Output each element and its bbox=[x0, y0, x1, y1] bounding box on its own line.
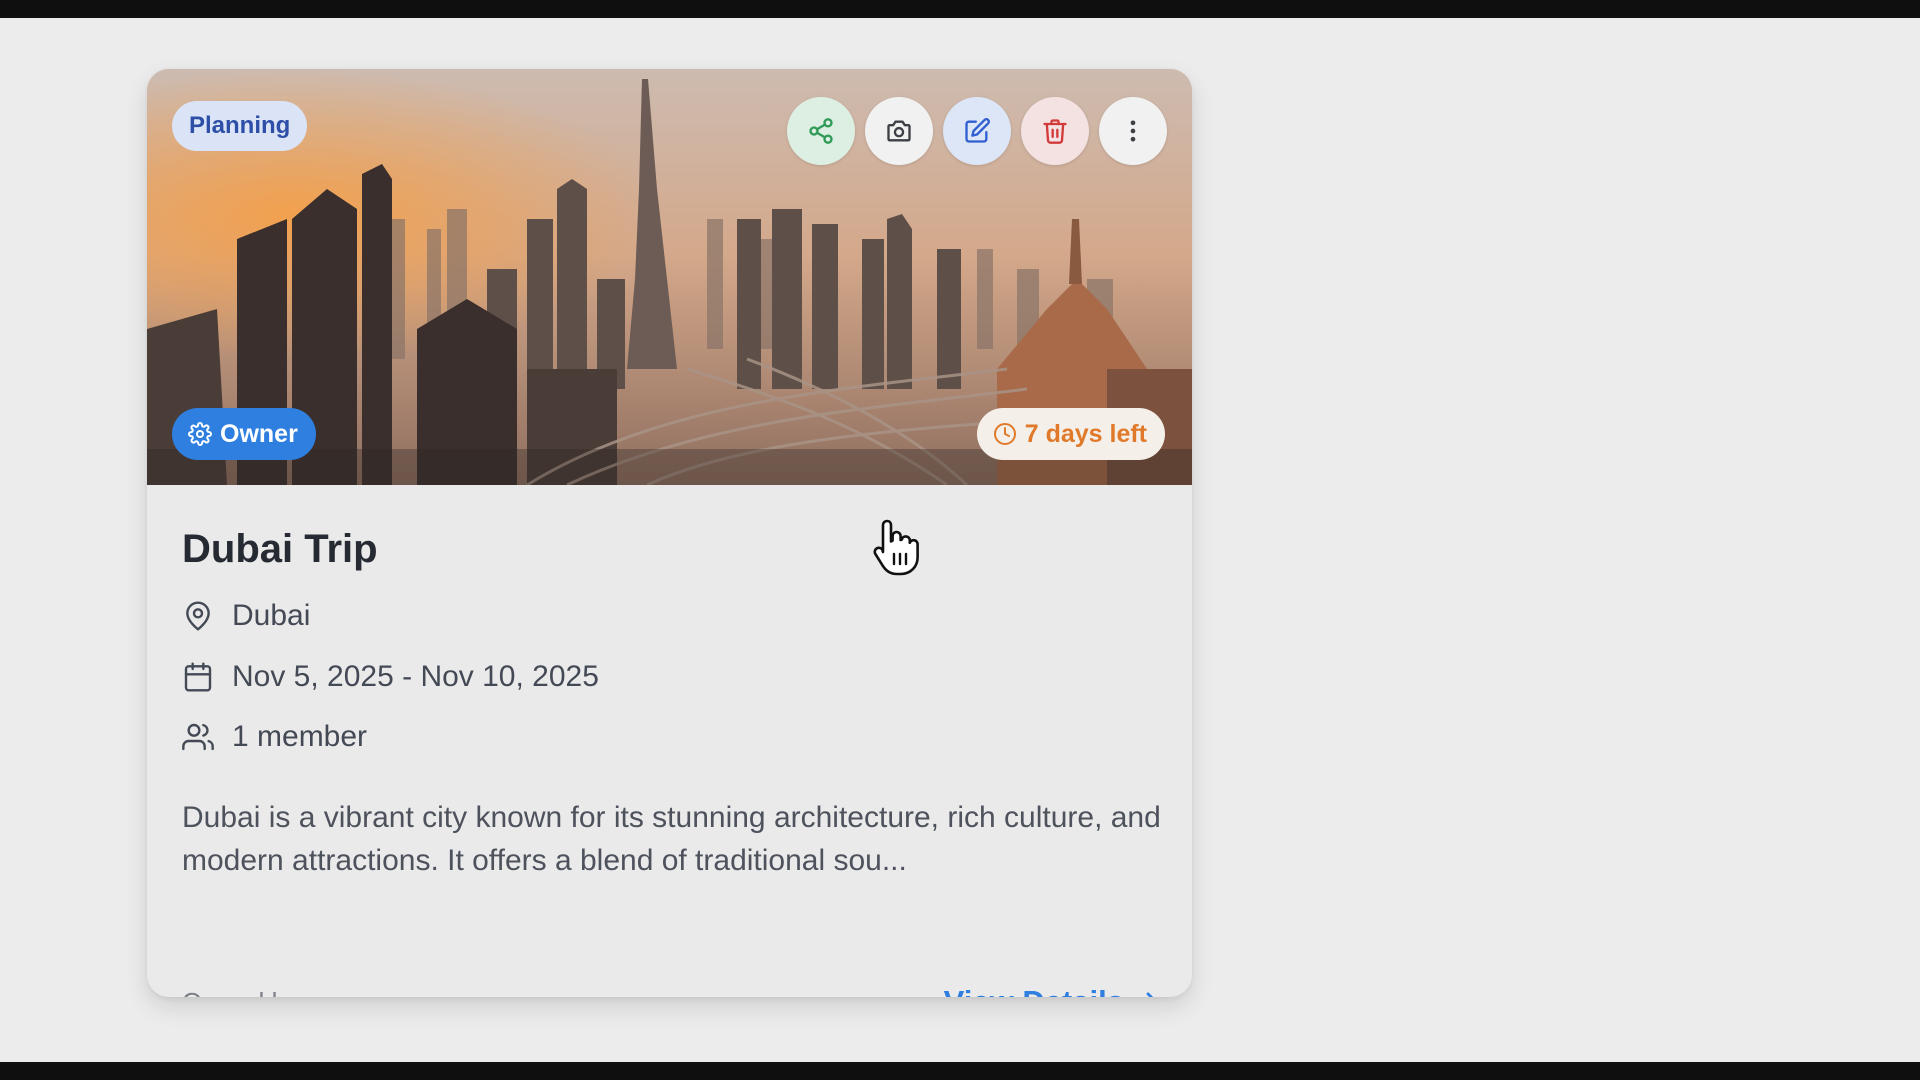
map-pin-icon bbox=[186, 601, 210, 631]
location-row: Dubai bbox=[182, 596, 1162, 636]
trash-icon bbox=[1043, 119, 1067, 144]
card-body: Dubai Trip Dubai Nov 5, 2025 - Nov 10, 2… bbox=[182, 485, 1162, 997]
bottom-letterbox-bar bbox=[0, 1062, 1920, 1080]
edit-icon bbox=[965, 118, 990, 143]
trip-title: Dubai Trip bbox=[182, 527, 378, 571]
edit-button[interactable] bbox=[943, 97, 1011, 165]
camera-icon bbox=[887, 120, 911, 142]
calendar-icon bbox=[184, 662, 212, 692]
time-left-label: 7 days left bbox=[1024, 419, 1147, 448]
view-details-link[interactable]: View Details bbox=[944, 984, 1162, 997]
more-options-button[interactable] bbox=[1099, 97, 1167, 165]
members-text: 1 member bbox=[232, 720, 368, 753]
location-text: Dubai bbox=[232, 599, 311, 632]
role-badge-label: Owner bbox=[220, 419, 298, 448]
top-letterbox-bar bbox=[0, 0, 1920, 18]
camera-button[interactable] bbox=[865, 97, 933, 165]
dates-text: Nov 5, 2025 - Nov 10, 2025 bbox=[232, 660, 599, 693]
hand-cursor-icon bbox=[873, 519, 919, 576]
card-footer: Owned by you View Details bbox=[182, 984, 1162, 997]
trip-cover-image: Planning Owner 7 days left bbox=[147, 69, 1192, 485]
view-details-label: View Details bbox=[944, 984, 1124, 997]
arrow-right-icon bbox=[1146, 992, 1154, 997]
more-vertical-icon bbox=[1130, 120, 1136, 142]
clock-icon bbox=[993, 423, 1016, 445]
time-left-badge: 7 days left bbox=[976, 408, 1165, 460]
status-badge: Planning bbox=[172, 101, 308, 151]
trip-card[interactable]: Planning Owner 7 days left Dubai Trip Du… bbox=[147, 69, 1192, 997]
card-action-buttons bbox=[787, 97, 1167, 165]
users-icon bbox=[182, 723, 214, 751]
dates-row: Nov 5, 2025 - Nov 10, 2025 bbox=[182, 657, 1162, 697]
trip-description: Dubai is a vibrant city known for its st… bbox=[182, 801, 1161, 877]
gear-icon bbox=[188, 422, 212, 446]
owner-text: Owned by you bbox=[182, 987, 348, 998]
delete-button[interactable] bbox=[1021, 97, 1089, 165]
role-badge: Owner bbox=[172, 408, 316, 460]
share-icon bbox=[809, 118, 833, 144]
share-button[interactable] bbox=[787, 97, 855, 165]
members-row: 1 member bbox=[182, 717, 1162, 757]
